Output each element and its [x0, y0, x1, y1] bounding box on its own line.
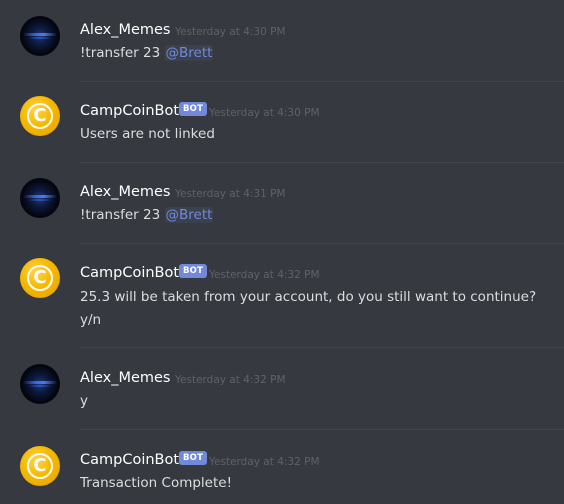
timestamp: Yesterday at 4:30 PM	[209, 107, 320, 119]
user-avatar-icon[interactable]	[20, 364, 60, 404]
message-divider	[80, 429, 564, 430]
message-divider	[80, 347, 564, 348]
message-line-text: Users are not linked	[80, 126, 215, 142]
author-name[interactable]: CampCoinBot	[80, 103, 179, 119]
user-mention[interactable]: @Brett	[164, 45, 214, 61]
bot-avatar-icon[interactable]: C	[20, 258, 60, 298]
timestamp: Yesterday at 4:32 PM	[209, 456, 320, 468]
author-name[interactable]: CampCoinBot	[80, 265, 179, 281]
message-text: Users are not linked	[80, 126, 215, 142]
message-divider	[80, 162, 564, 163]
message-text: Transaction Complete!	[80, 475, 232, 491]
message-text: y/n	[80, 312, 101, 328]
message-line-text: 25.3 will be taken from your account, do…	[80, 289, 537, 305]
author-name[interactable]: Alex_Memes	[80, 370, 170, 386]
message-line-text: y	[80, 393, 88, 409]
message-line-text: Transaction Complete!	[80, 475, 232, 491]
message-line-text: y/n	[80, 312, 102, 328]
message-text: y	[80, 393, 88, 409]
message-divider	[80, 243, 564, 244]
message-line-text: !transfer 23	[80, 207, 165, 223]
message-line-text: !transfer 23	[80, 45, 165, 61]
timestamp: Yesterday at 4:32 PM	[175, 374, 286, 386]
bot-avatar-icon[interactable]: C	[20, 96, 60, 136]
bot-avatar-icon[interactable]: C	[20, 446, 60, 486]
bot-badge: BOT	[179, 102, 208, 116]
chat-log: Alex_Memes Yesterday at 4:30 PM !transfe…	[0, 0, 564, 504]
bot-badge: BOT	[179, 451, 208, 465]
author-name[interactable]: Alex_Memes	[80, 184, 170, 200]
bot-badge: BOT	[179, 264, 208, 278]
message-text: !transfer 23 @Brett	[80, 45, 214, 61]
message-text: 25.3 will be taken from your account, do…	[80, 289, 536, 305]
message-divider	[80, 81, 564, 82]
user-mention[interactable]: @Brett	[164, 207, 214, 223]
timestamp: Yesterday at 4:30 PM	[175, 26, 286, 38]
author-name[interactable]: CampCoinBot	[80, 452, 179, 468]
timestamp: Yesterday at 4:31 PM	[175, 188, 286, 200]
user-avatar-icon[interactable]	[20, 16, 60, 56]
message-text: !transfer 23 @Brett	[80, 207, 214, 223]
user-avatar-icon[interactable]	[20, 178, 60, 218]
author-name[interactable]: Alex_Memes	[80, 22, 170, 38]
timestamp: Yesterday at 4:32 PM	[209, 269, 320, 281]
